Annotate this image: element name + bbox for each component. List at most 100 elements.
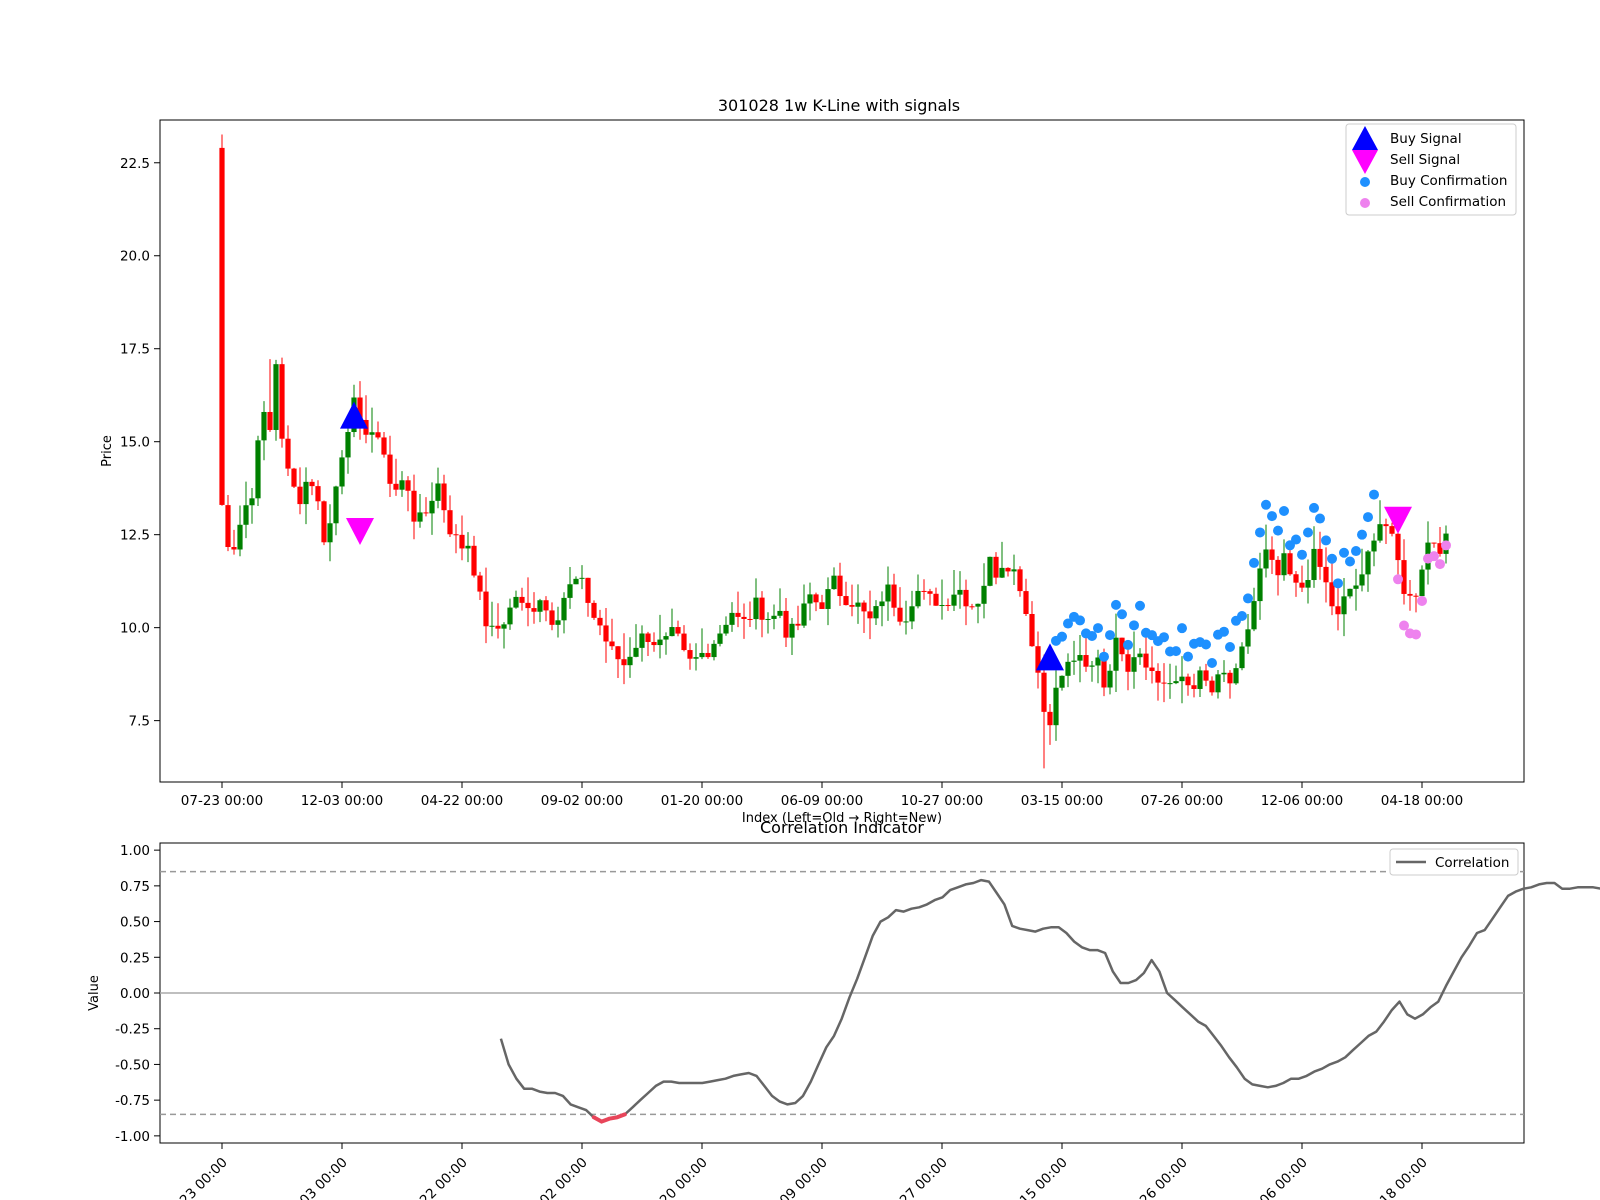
candle-body — [1353, 585, 1359, 589]
candle-body — [609, 641, 615, 647]
candle-body — [573, 578, 579, 585]
buy-signal-marker — [340, 401, 368, 429]
legend-sell-confirmation-marker — [1360, 198, 1370, 208]
candle-body — [1305, 580, 1311, 588]
sell-confirmation-dot — [1435, 559, 1445, 570]
candle-body — [429, 500, 435, 514]
candle-body — [843, 596, 849, 606]
candle-body — [279, 364, 285, 439]
candle-body — [309, 481, 315, 487]
correlation-x-tick-label: 01-20 00:00 — [641, 1155, 711, 1200]
candle-body — [1383, 524, 1389, 527]
kline-y-axis-label: Price — [100, 435, 115, 467]
correlation-x-tick-label: 06-09 00:00 — [761, 1155, 831, 1200]
kline-y-axis: 7.5 10.0 12.5 15.0 17.5 20.0 22.5 — [120, 156, 160, 730]
candle-body — [1155, 670, 1161, 683]
candle-body — [471, 545, 477, 576]
buy-confirmation-dot — [1207, 657, 1217, 668]
candle-body — [513, 596, 519, 608]
sell-confirmation-dot — [1429, 551, 1439, 562]
candle-body — [1053, 687, 1059, 726]
candle-body — [327, 523, 333, 543]
candle-body — [705, 652, 711, 658]
candle-body — [861, 602, 867, 612]
candle-body — [939, 605, 945, 607]
correlation-x-tick-label: 04-18 00:00 — [1361, 1155, 1431, 1200]
kline-x-tick-label: 06-09 00:00 — [781, 793, 863, 809]
candle-body — [1191, 685, 1197, 689]
buy-confirmation-dot — [1309, 502, 1319, 513]
buy-confirmation-dot — [1201, 639, 1211, 650]
candle-body — [633, 647, 639, 657]
candle-body — [237, 524, 243, 550]
candle-body — [927, 591, 933, 594]
candle-body — [735, 612, 741, 617]
correlation-y-tick-label: 1.00 — [120, 843, 150, 859]
candle-body — [1431, 542, 1437, 544]
candle-body — [1203, 670, 1209, 681]
buy-confirmation-dot — [1363, 512, 1373, 523]
buy-confirmation-dot — [1267, 511, 1277, 522]
kline-panel: 301028 1w K-Line with signals 7.5 10.0 12.… — [100, 96, 1525, 826]
buy-confirmation-dot — [1237, 610, 1247, 621]
candle-body — [951, 594, 957, 606]
buy-confirmation-dot — [1159, 632, 1169, 643]
buy-confirmation-dot — [1057, 631, 1067, 642]
buy-confirmation-dot — [1255, 527, 1265, 538]
candle-body — [1311, 548, 1317, 581]
correlation-panel: Correlation Indicator -1.00 -0.75 -0.50 -0.… — [87, 818, 1600, 1200]
candle-body — [699, 652, 705, 658]
kline-x-axis: 07-23 00:00 12-03 00:00 04-22 00:00 09-02 0… — [181, 782, 1463, 809]
kline-x-tick-label: 03-15 00:00 — [1021, 793, 1103, 809]
candles — [219, 134, 1449, 769]
buy-confirmation-dot — [1249, 557, 1259, 568]
correlation-y-tick-label: 0.75 — [120, 879, 150, 895]
candle-body — [501, 624, 507, 629]
candle-body — [1287, 553, 1293, 575]
correlation-x-tick-label: 10-27 00:00 — [881, 1155, 951, 1200]
candle-body — [267, 411, 273, 430]
candle-body — [753, 597, 759, 620]
correlation-y-tick-label: -0.75 — [115, 1093, 150, 1109]
correlation-y-tick-label: 0.50 — [120, 915, 150, 931]
candle-body — [747, 618, 753, 620]
candle-body — [1041, 672, 1047, 712]
candle-body — [711, 643, 717, 658]
candle-body — [825, 589, 831, 609]
correlation-title: Correlation Indicator — [760, 818, 924, 837]
candle-body — [1113, 637, 1119, 671]
candle-body — [387, 454, 393, 484]
correlation-y-axis: -1.00 -0.75 -0.50 -0.25 0.00 0.25 0.50 0.75 1.00 — [115, 843, 160, 1145]
buy-confirmation-dot — [1345, 556, 1355, 567]
candle-body — [345, 432, 351, 458]
candle-body — [1371, 540, 1377, 552]
candle-body — [1221, 672, 1227, 675]
buy-confirmation-dot — [1327, 553, 1337, 564]
candle-body — [285, 438, 291, 469]
buy-confirmation-dot — [1261, 499, 1271, 510]
candle-body — [693, 657, 699, 659]
candle-body — [591, 602, 597, 618]
kline-x-tick-label: 04-18 00:00 — [1381, 793, 1463, 809]
correlation-y-tick-label: -0.25 — [115, 1022, 150, 1038]
sell-confirmation-dot — [1417, 595, 1427, 606]
buy-confirmation-dot — [1075, 615, 1085, 626]
candle-body — [243, 505, 249, 525]
kline-x-tick-label: 04-22 00:00 — [421, 793, 503, 809]
candle-body — [681, 633, 687, 651]
candle-body — [339, 457, 345, 487]
candle-body — [531, 608, 537, 612]
kline-y-tick-label: 22.5 — [120, 156, 150, 172]
correlation-x-tick-label: 09-02 00:00 — [521, 1155, 591, 1200]
candle-body — [1011, 569, 1017, 572]
candle-body — [723, 624, 729, 634]
candle-body — [789, 623, 795, 638]
candle-body — [333, 486, 339, 524]
candle-body — [297, 486, 303, 505]
buy-confirmation-dot — [1297, 549, 1307, 560]
candle-body — [519, 596, 525, 603]
sell-signal-marker — [1384, 506, 1412, 534]
correlation-extreme-highlight — [591, 1112, 627, 1124]
candle-body — [1161, 682, 1167, 684]
candle-body — [1335, 606, 1341, 615]
